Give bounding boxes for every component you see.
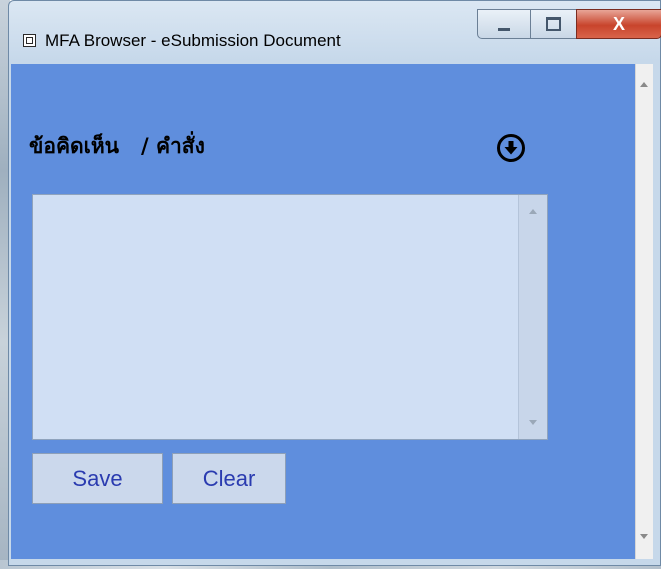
scroll-down-icon[interactable] bbox=[640, 534, 648, 539]
minimize-button[interactable] bbox=[477, 9, 531, 39]
close-button[interactable]: X bbox=[576, 9, 661, 39]
close-icon: X bbox=[612, 13, 625, 34]
save-button[interactable]: Save bbox=[32, 453, 163, 504]
window-title: MFA Browser - eSubmission Document bbox=[45, 31, 341, 50]
textarea-scroll-down-icon[interactable] bbox=[529, 420, 537, 425]
down-arrow-icon bbox=[504, 141, 518, 155]
comment-label: ข้อคิดเห็น / คำสั่ง bbox=[29, 134, 205, 158]
page-scrollbar[interactable] bbox=[635, 64, 653, 559]
minimize-icon bbox=[498, 27, 510, 31]
app-window-icon[interactable] bbox=[23, 34, 36, 47]
title-bar[interactable]: MFA Browser - eSubmission Document X bbox=[9, 1, 661, 63]
scroll-up-icon[interactable] bbox=[640, 82, 648, 87]
comment-textarea-box bbox=[32, 194, 548, 440]
maximize-button[interactable] bbox=[530, 9, 577, 39]
download-icon[interactable] bbox=[497, 134, 525, 162]
textarea-scroll-up-icon[interactable] bbox=[529, 209, 537, 214]
maximize-icon bbox=[546, 17, 561, 31]
clear-button[interactable]: Clear bbox=[172, 453, 286, 504]
comment-textarea[interactable] bbox=[33, 195, 518, 439]
textarea-scrollbar[interactable] bbox=[518, 195, 547, 439]
